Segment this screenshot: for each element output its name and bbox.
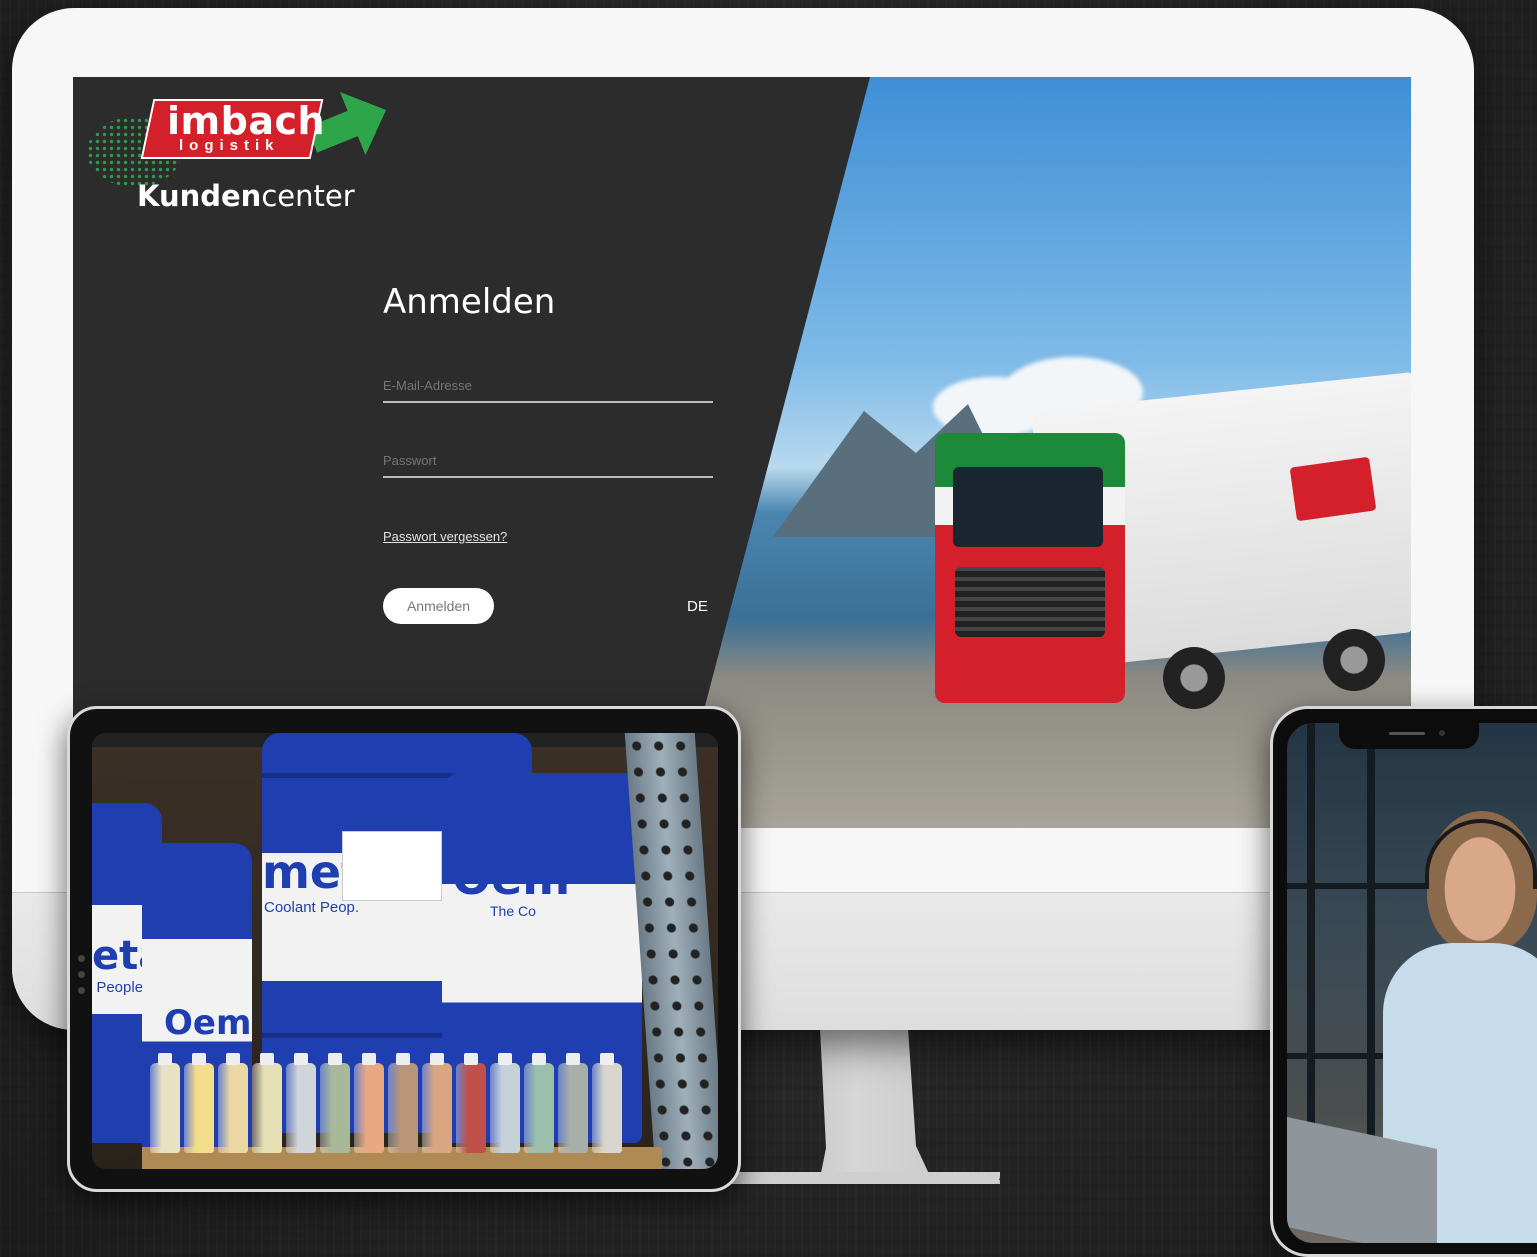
trailer-logo <box>1289 456 1377 522</box>
logo-sub: logistik <box>179 137 280 154</box>
truck-windshield <box>953 467 1103 547</box>
email-field-wrapper <box>383 378 713 403</box>
support-agent-photo <box>1287 723 1537 1243</box>
phone <box>1270 706 1537 1257</box>
login-heading: Anmelden <box>383 282 556 322</box>
password-field[interactable] <box>383 453 713 468</box>
phone-speaker <box>1389 732 1425 735</box>
sample-bottle <box>456 1053 486 1153</box>
tablet: eta t People Oem The C meta Coolant Peop… <box>67 706 741 1192</box>
portal-title: Kundencenter <box>137 179 355 213</box>
sample-bottle <box>286 1053 316 1153</box>
password-field-wrapper <box>383 453 713 478</box>
truck-wheel <box>1163 647 1225 709</box>
sample-bottle <box>558 1053 588 1153</box>
drum-label <box>342 831 442 901</box>
portal-title-rest: center <box>261 179 355 213</box>
tablet-sensor <box>78 971 85 978</box>
login-button[interactable]: Anmelden <box>383 588 494 624</box>
portal-title-bold: Kunden <box>137 179 262 213</box>
sample-bottle <box>524 1053 554 1153</box>
sample-bottle <box>592 1053 622 1153</box>
sample-bottle <box>422 1053 452 1153</box>
warehouse-photo: eta t People Oem The C meta Coolant Peop… <box>92 733 718 1169</box>
drum-tagline: t People <box>92 979 144 996</box>
truck-grill <box>955 567 1105 637</box>
sample-bottle <box>218 1053 248 1153</box>
company-logo: imbach logistik Kundencenter <box>87 87 387 227</box>
language-switch[interactable]: DE <box>687 598 708 615</box>
drum-tagline: The Co <box>490 903 536 919</box>
login-form: Anmelden Passwort vergessen? Anmelden DE <box>383 282 713 624</box>
tablet-sensor <box>78 987 85 994</box>
drum-tagline: Coolant Peop. <box>264 899 360 916</box>
sample-bottle <box>320 1053 350 1153</box>
drum-brand: Oem <box>452 851 571 905</box>
sample-bottle <box>252 1053 282 1153</box>
sample-bottle <box>490 1053 520 1153</box>
truck-wheel <box>1323 629 1385 691</box>
email-field[interactable] <box>383 378 713 393</box>
forgot-password-link[interactable]: Passwort vergessen? <box>383 529 507 544</box>
phone-camera <box>1439 730 1445 736</box>
sample-bottle <box>184 1053 214 1153</box>
phone-notch <box>1339 723 1479 749</box>
tablet-camera <box>78 955 85 962</box>
sample-bottle <box>388 1053 418 1153</box>
form-actions: Anmelden DE <box>383 588 713 624</box>
sample-bottle <box>150 1053 180 1153</box>
drum-brand: Oem <box>164 1003 252 1043</box>
sample-bottle <box>354 1053 384 1153</box>
